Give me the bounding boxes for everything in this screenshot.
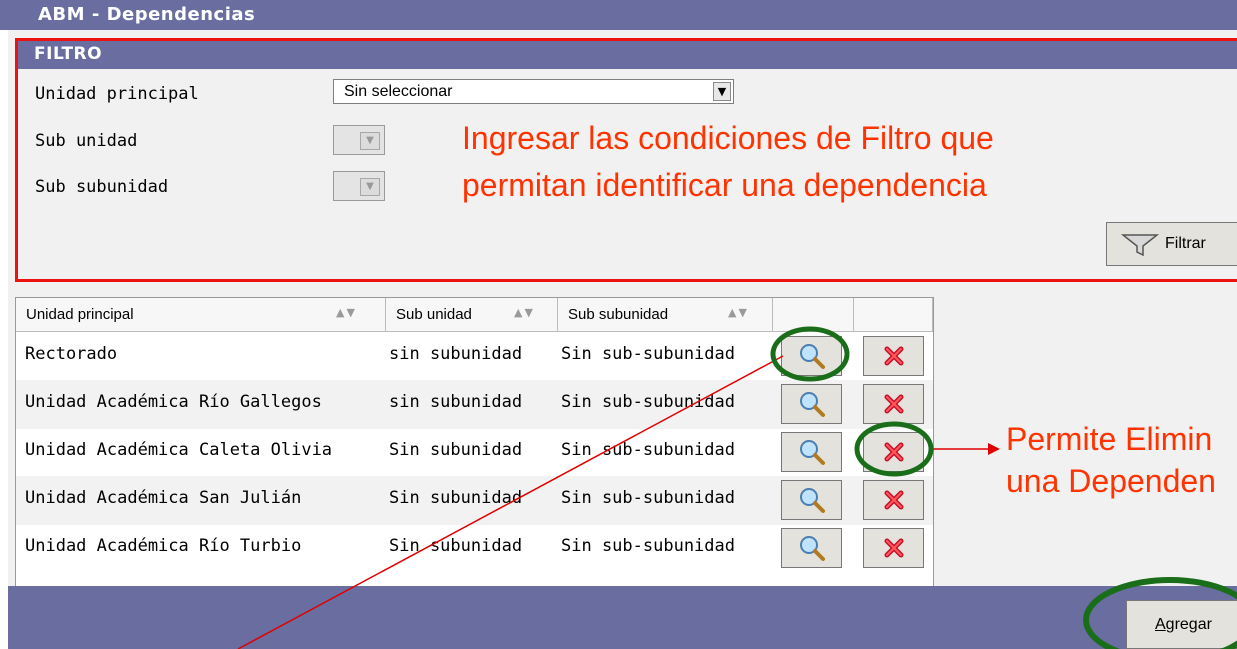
arrowhead-icon xyxy=(988,443,1000,455)
annotation-overlay xyxy=(237,326,1237,649)
highlight-circle-delete xyxy=(854,421,934,477)
highlight-circle-view xyxy=(770,326,850,382)
highlight-circle-add xyxy=(1083,577,1237,649)
annotation-pointer-line xyxy=(237,355,784,649)
